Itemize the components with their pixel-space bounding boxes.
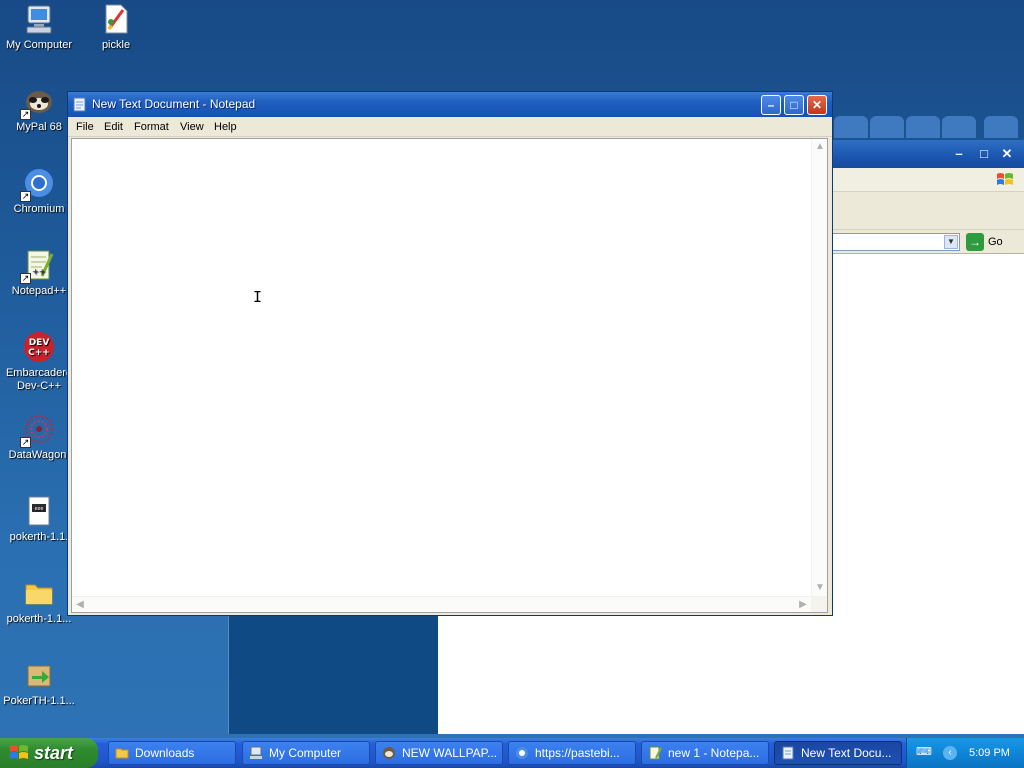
maximize-button[interactable]: □ <box>784 95 804 115</box>
svg-text:C++: C++ <box>28 348 50 358</box>
background-tab[interactable] <box>834 116 868 138</box>
notepadpp-icon <box>649 746 662 760</box>
background-tab[interactable] <box>984 116 1018 138</box>
desktop-icon-label: My Computer <box>5 39 73 51</box>
resize-grip-icon[interactable] <box>811 596 827 612</box>
close-button[interactable]: ✕ <box>807 95 827 115</box>
minimize-button[interactable]: – <box>761 95 781 115</box>
background-browser-window: – □ ✕ ▼ → Go <box>832 140 1024 620</box>
desktop-icon-label: PokerTH-1.1... <box>3 695 75 707</box>
desktop-icon-pokerth-package[interactable]: PokerTH-1.1... <box>0 658 78 708</box>
paint-file-icon <box>99 2 133 36</box>
minimize-icon[interactable]: – <box>950 145 968 163</box>
taskbar-item-label: My Computer <box>269 746 342 760</box>
scroll-right-icon[interactable]: ▶ <box>795 597 811 613</box>
menu-file[interactable]: File <box>76 120 94 134</box>
background-tab-strip <box>832 116 1024 140</box>
maximize-icon[interactable]: □ <box>975 145 993 163</box>
notepad-text-area[interactable]: I ▲ ▼ ◀ ▶ <box>71 138 828 613</box>
svg-text:exe: exe <box>35 506 44 512</box>
menu-help[interactable]: Help <box>214 120 237 134</box>
background-menu-bar <box>832 168 1024 192</box>
folder-icon <box>22 576 56 610</box>
my-computer-icon <box>250 746 262 759</box>
notepad-window: New Text Document - Notepad – □ ✕ File E… <box>67 91 833 616</box>
text-cursor-icon: I <box>253 288 263 306</box>
scroll-up-icon[interactable]: ▲ <box>812 139 828 155</box>
desktop-icon-label: pickle <box>101 39 131 51</box>
taskbar-item-my-computer[interactable]: My Computer <box>242 741 370 765</box>
address-input[interactable]: ▼ <box>832 233 960 251</box>
desktop-icon-pickle[interactable]: pickle <box>77 2 155 52</box>
windows-flag-icon <box>997 173 1013 185</box>
taskbar-item-label: NEW WALLPAP... <box>402 746 498 760</box>
chevron-down-icon[interactable]: ▼ <box>944 235 958 249</box>
taskbar-item-downloads[interactable]: Downloads <box>108 741 236 765</box>
vertical-scrollbar[interactable]: ▲ ▼ <box>811 139 827 596</box>
taskbar-item-label: new 1 - Notepa... <box>668 746 760 760</box>
chromium-icon: ↗ <box>20 166 56 202</box>
start-button[interactable]: start <box>0 738 98 768</box>
taskbar-item-label: https://pastebi... <box>535 746 620 760</box>
taskbar-item-new-wallpaper[interactable]: NEW WALLPAP... <box>375 741 503 765</box>
notepadpp-icon: ++ ↗ <box>20 248 56 284</box>
system-tray: ⌨ ‹ 5:09 PM <box>906 738 1024 768</box>
datawagon-icon: ↗ <box>20 412 56 448</box>
start-label: start <box>34 743 74 763</box>
background-tab[interactable] <box>906 116 940 138</box>
svg-text:++: ++ <box>32 267 45 276</box>
menu-format[interactable]: Format <box>134 120 169 134</box>
desktop-icon-my-computer[interactable]: My Computer <box>0 2 78 52</box>
background-window-titlebar[interactable]: – □ ✕ <box>832 140 1024 168</box>
scroll-left-icon[interactable]: ◀ <box>72 597 88 613</box>
close-icon[interactable]: ✕ <box>998 145 1016 163</box>
mypal-raccoon-icon <box>383 747 395 759</box>
mypal-raccoon-icon: ↗ <box>20 84 56 120</box>
background-tab[interactable] <box>942 116 976 138</box>
window-title: New Text Document - Notepad <box>92 97 256 111</box>
go-button-label: Go <box>988 236 1003 248</box>
folder-icon <box>115 748 129 759</box>
go-arrow-icon: → <box>966 233 984 251</box>
shortcut-arrow-icon: ↗ <box>20 273 31 284</box>
background-window-panel <box>228 614 438 734</box>
menu-view[interactable]: View <box>180 120 204 134</box>
shortcut-arrow-icon: ↗ <box>20 109 31 120</box>
clock[interactable]: 5:09 PM <box>969 746 1010 760</box>
show-hidden-icons-icon[interactable]: ‹ <box>943 746 957 760</box>
my-computer-icon <box>22 2 56 36</box>
horizontal-scrollbar[interactable]: ◀ ▶ <box>72 596 811 612</box>
pokerth-package-icon <box>22 658 56 692</box>
background-tab[interactable] <box>870 116 904 138</box>
taskbar-item-label: Downloads <box>135 746 195 760</box>
shortcut-arrow-icon: ↗ <box>20 437 31 448</box>
notepad-titlebar[interactable]: New Text Document - Notepad – □ ✕ <box>68 92 832 117</box>
taskbar: start Downloads My Computer NEW WALLPAP.… <box>0 738 1024 768</box>
devcpp-icon: DEV C++ <box>22 330 56 364</box>
taskbar-item-notepadpp[interactable]: new 1 - Notepa... <box>641 741 769 765</box>
background-toolbar <box>832 192 1024 230</box>
taskbar-item-notepad[interactable]: New Text Docu... <box>774 741 902 765</box>
svg-text:DEV: DEV <box>29 338 50 348</box>
notepad-icon <box>73 97 86 112</box>
taskbar-item-pastebin[interactable]: https://pastebi... <box>508 741 636 765</box>
installer-file-icon: exe <box>22 494 56 528</box>
taskbar-item-label: New Text Docu... <box>801 746 892 760</box>
chromium-icon <box>516 747 528 759</box>
keyboard-icon[interactable]: ⌨ <box>916 747 932 758</box>
scroll-down-icon[interactable]: ▼ <box>812 580 828 596</box>
background-address-bar: ▼ → Go <box>832 230 1024 254</box>
background-window-content <box>438 614 1024 734</box>
notepad-icon <box>782 746 794 760</box>
shortcut-arrow-icon: ↗ <box>20 191 31 202</box>
go-button[interactable]: → Go <box>966 233 1003 251</box>
notepad-menu-bar: File Edit Format View Help <box>68 117 832 137</box>
menu-edit[interactable]: Edit <box>104 120 123 134</box>
windows-flag-icon <box>10 745 28 759</box>
